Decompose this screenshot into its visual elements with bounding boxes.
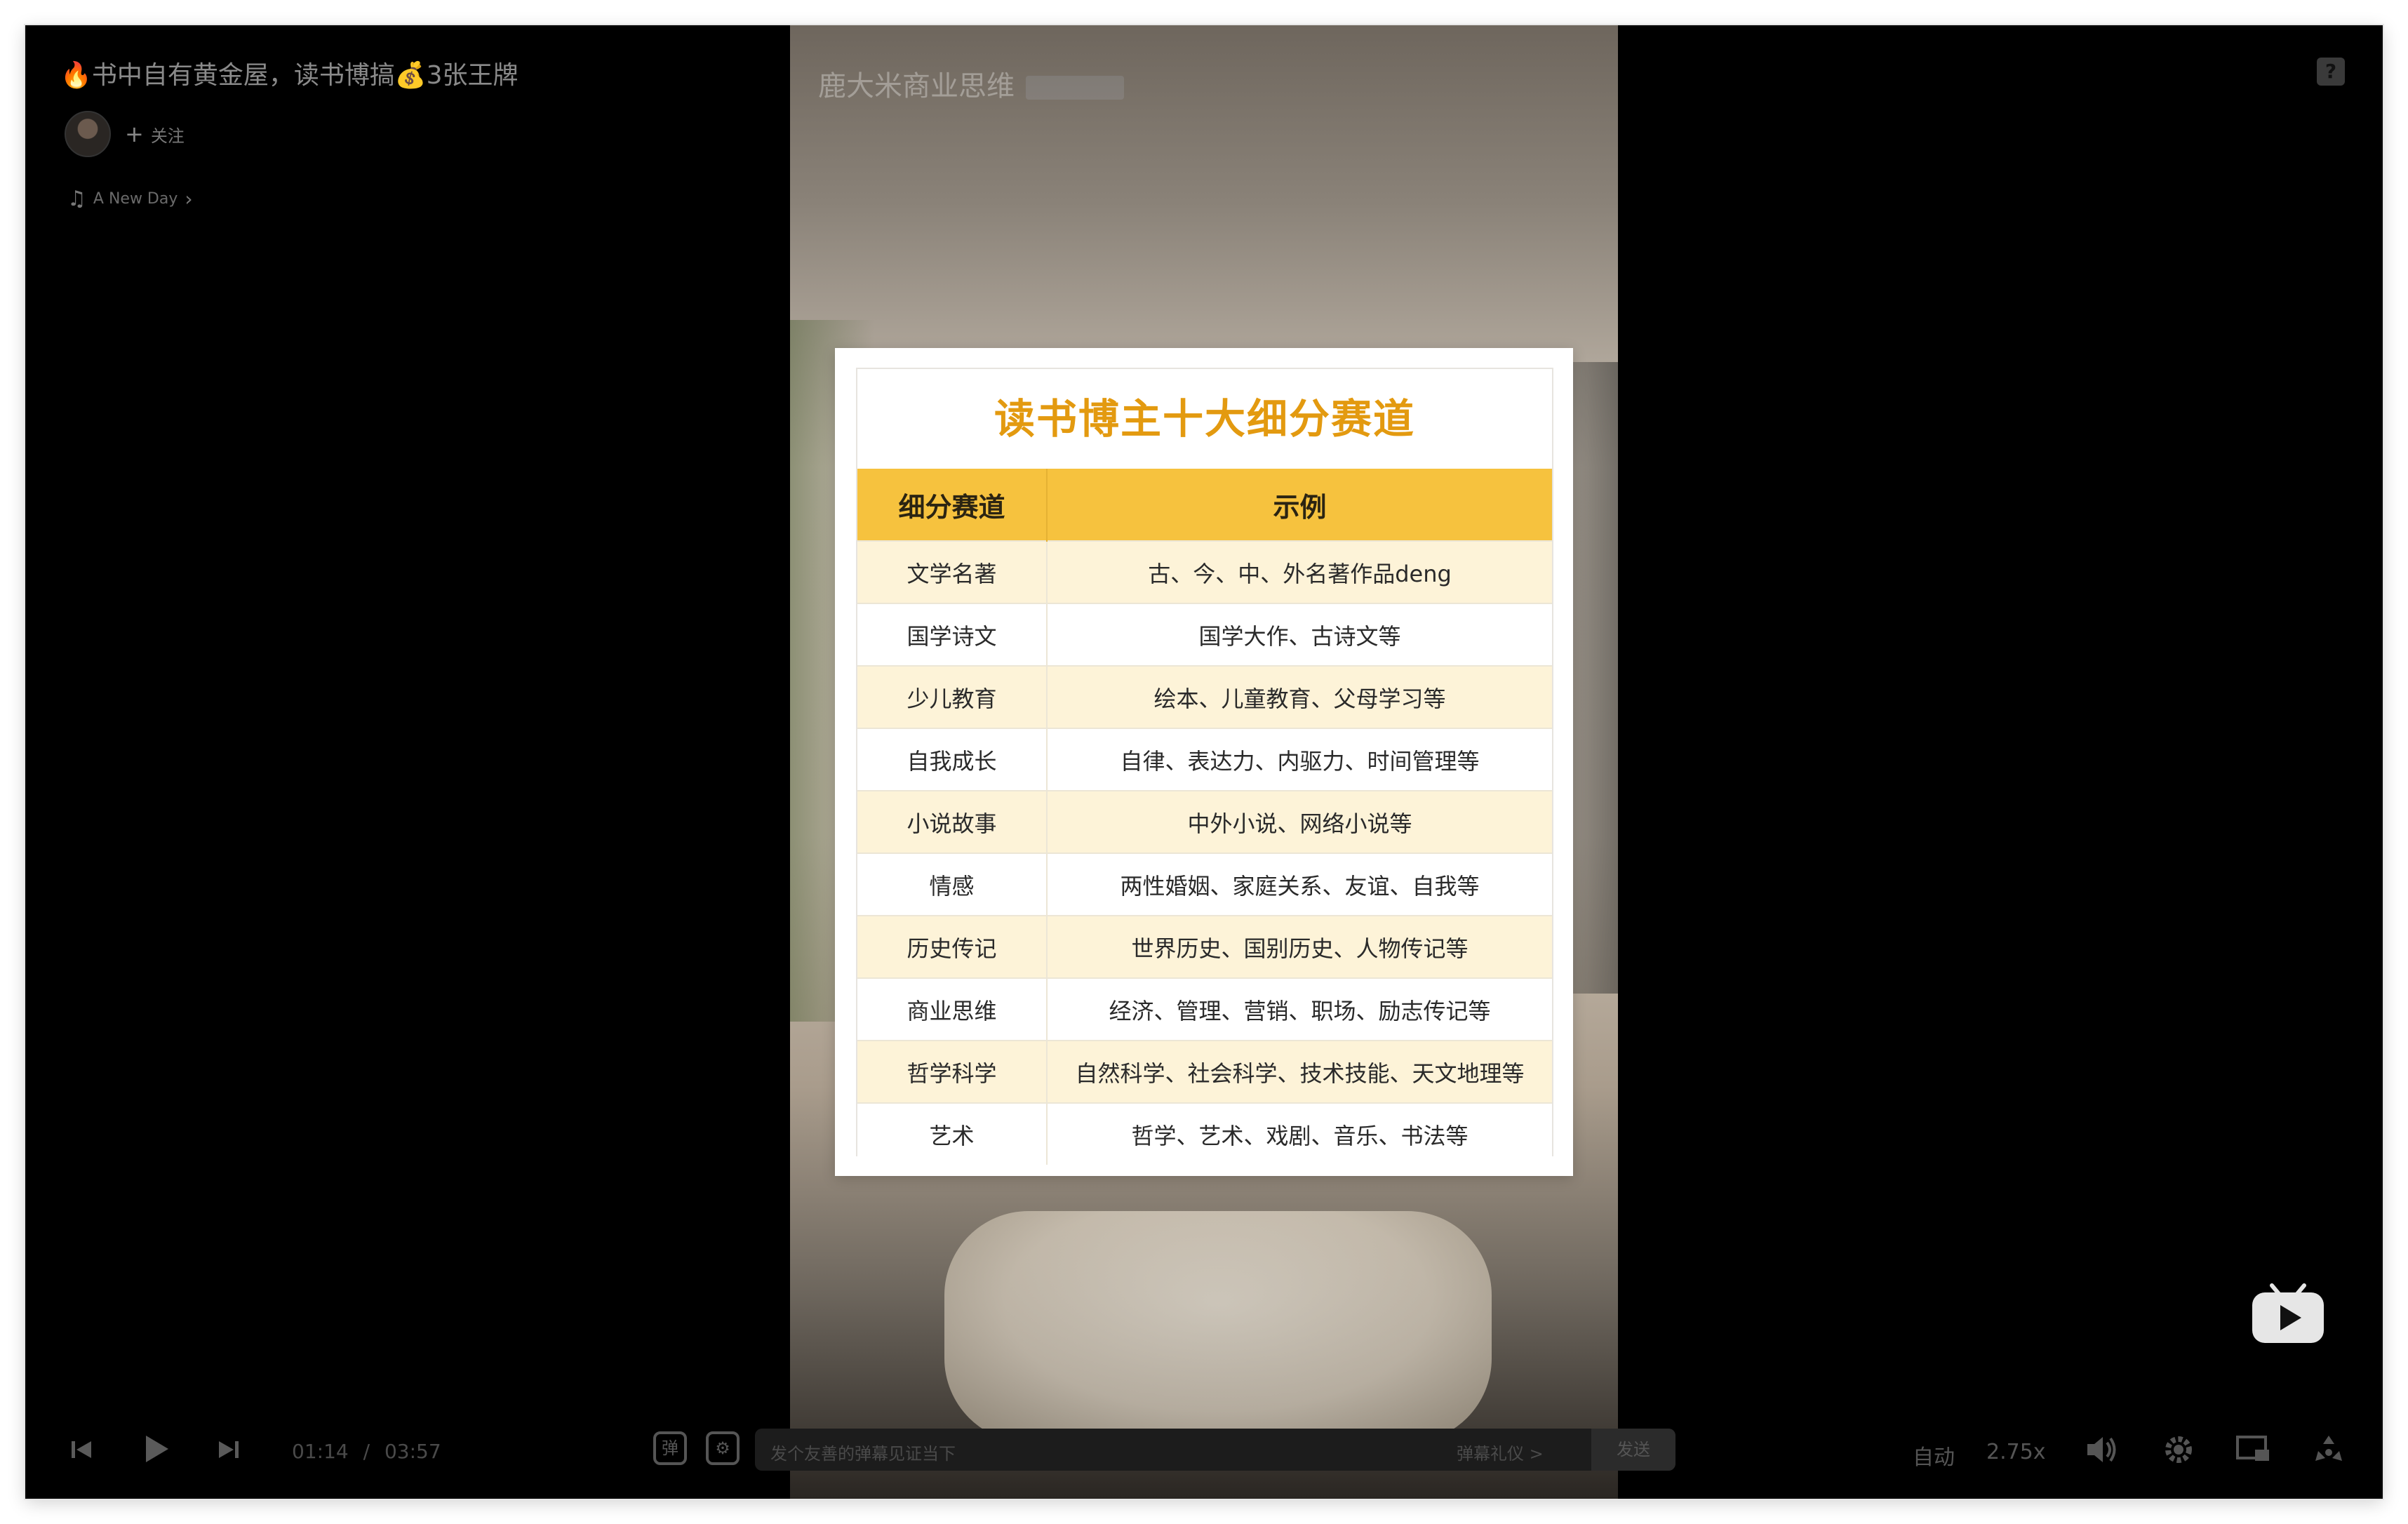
- table-row: 文学名著 古、今、中、外名著作品deng: [857, 540, 1552, 603]
- pillow-background: [944, 1211, 1492, 1443]
- time-display: 01:14 / 03:57: [292, 1440, 441, 1463]
- track-cell: 哲学科学: [857, 1040, 1048, 1103]
- video-frame[interactable]: 鹿大米商业思维 读书博主十大细分赛道 细分赛道 示例 文学名著 古、今、中、外名著…: [790, 25, 1618, 1499]
- plus-icon: +: [125, 121, 144, 147]
- track-cell: 小说故事: [857, 790, 1048, 853]
- follow-button[interactable]: + 关注: [125, 122, 185, 147]
- total-duration: 03:57: [384, 1440, 441, 1463]
- track-cell: 艺术: [857, 1102, 1048, 1165]
- column-header-example: 示例: [1047, 469, 1552, 541]
- example-cell: 哲学、艺术、戏剧、音乐、书法等: [1047, 1102, 1552, 1165]
- column-header-track: 细分赛道: [857, 469, 1048, 541]
- speed-button[interactable]: 2.75x: [1986, 1440, 2046, 1464]
- info-card-border: 读书博主十大细分赛道 细分赛道 示例 文学名著 古、今、中、外名著作品deng 国…: [856, 368, 1553, 1165]
- send-button[interactable]: 发送: [1591, 1429, 1675, 1471]
- track-cell: 自我成长: [857, 728, 1048, 791]
- card-title: 读书博主十大细分赛道: [994, 395, 1415, 443]
- fullscreen-icon[interactable]: [2311, 1433, 2346, 1466]
- table-header-row: 细分赛道 示例: [857, 469, 1552, 541]
- play-icon[interactable]: [138, 1431, 173, 1466]
- follow-label: 关注: [150, 126, 185, 146]
- picture-in-picture-icon[interactable]: [2235, 1434, 2272, 1465]
- track-cell: 国学诗文: [857, 603, 1048, 666]
- avatar[interactable]: [65, 111, 111, 157]
- time-separator: /: [363, 1440, 370, 1463]
- table-row: 情感 两性婚姻、家庭关系、友谊、自我等: [857, 853, 1552, 916]
- current-time: 01:14: [292, 1440, 349, 1463]
- bilibili-logo-icon[interactable]: [2249, 1283, 2327, 1344]
- table-row: 艺术 哲学、艺术、戏剧、音乐、书法等: [857, 1102, 1552, 1165]
- example-cell: 自律、表达力、内驱力、时间管理等: [1047, 728, 1552, 791]
- track-cell: 文学名著: [857, 540, 1048, 603]
- example-cell: 两性婚姻、家庭关系、友谊、自我等: [1047, 853, 1552, 916]
- danmaku-etiquette-link[interactable]: 弹幕礼仪 >: [1457, 1440, 1544, 1464]
- table-row: 自我成长 自律、表达力、内驱力、时间管理等: [857, 728, 1552, 791]
- chevron-right-icon: ›: [185, 187, 193, 210]
- danmaku-settings-icon[interactable]: ⚙: [706, 1431, 740, 1465]
- settings-gear-icon[interactable]: [2162, 1433, 2195, 1466]
- example-cell: 经济、管理、营销、职场、励志传记等: [1047, 977, 1552, 1041]
- table-row: 国学诗文 国学大作、古诗文等: [857, 603, 1552, 666]
- example-cell: 古、今、中、外名著作品deng: [1047, 540, 1552, 603]
- track-cell: 商业思维: [857, 977, 1048, 1041]
- author-row: + 关注: [65, 111, 185, 157]
- info-card: 读书博主十大细分赛道 细分赛道 示例 文学名著 古、今、中、外名著作品deng 国…: [835, 348, 1573, 1176]
- music-note-icon: ♫: [67, 187, 86, 211]
- example-cell: 国学大作、古诗文等: [1047, 603, 1552, 666]
- video-watermark: 鹿大米商业思维: [818, 63, 1124, 104]
- table-row: 哲学科学 自然科学、社会科学、技术技能、天文地理等: [857, 1040, 1552, 1103]
- quality-button[interactable]: 自动: [1913, 1440, 1955, 1471]
- danmaku-input[interactable]: 发个友善的弹幕见证当下 弹幕礼仪 > 发送: [755, 1429, 1675, 1471]
- next-icon[interactable]: [215, 1436, 243, 1464]
- table-row: 小说故事 中外小说、网络小说等: [857, 790, 1552, 853]
- table-row: 历史传记 世界历史、国别历史、人物传记等: [857, 915, 1552, 978]
- track-cell: 情感: [857, 853, 1048, 916]
- table-row: 少儿教育 绘本、儿童教育、父母学习等: [857, 665, 1552, 728]
- music-title: A New Day: [93, 190, 178, 208]
- example-cell: 中外小说、网络小说等: [1047, 790, 1552, 853]
- example-cell: 自然科学、社会科学、技术技能、天文地理等: [1047, 1040, 1552, 1103]
- tracks-table: 细分赛道 示例 文学名著 古、今、中、外名著作品deng 国学诗文 国学大作、古诗文…: [857, 469, 1552, 1165]
- question-icon[interactable]: ?: [2317, 58, 2345, 86]
- video-player-window: 🔥书中自有黄金屋，读书博搞💰3张王牌 + 关注 ♫ A New Day › ? …: [25, 25, 2383, 1499]
- volume-icon[interactable]: [2085, 1434, 2118, 1465]
- table-row: 商业思维 经济、管理、营销、职场、励志传记等: [857, 977, 1552, 1041]
- danmaku-toggle-icon[interactable]: 弹: [653, 1431, 687, 1465]
- danmaku-placeholder: 发个友善的弹幕见证当下: [770, 1444, 956, 1464]
- track-cell: 少儿教育: [857, 665, 1048, 728]
- music-tag[interactable]: ♫ A New Day ›: [67, 187, 193, 211]
- example-cell: 世界历史、国别历史、人物传记等: [1047, 915, 1552, 978]
- example-cell: 绘本、儿童教育、父母学习等: [1047, 665, 1552, 728]
- previous-icon[interactable]: [67, 1436, 95, 1464]
- control-bar: 01:14 / 03:57 弹 ⚙ 发个友善的弹幕见证当下 弹幕礼仪 > 发送 …: [25, 1422, 2383, 1478]
- video-title: 🔥书中自有黄金屋，读书博搞💰3张王牌: [60, 61, 519, 90]
- track-cell: 历史传记: [857, 915, 1048, 978]
